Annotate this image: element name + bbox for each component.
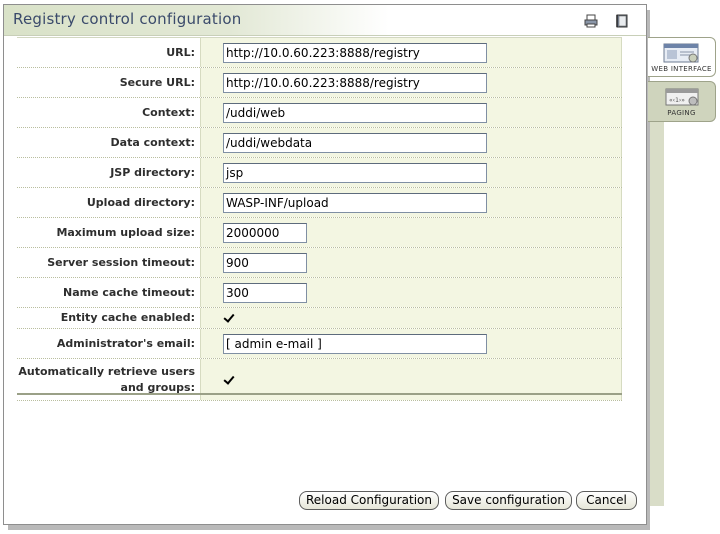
svg-text:«‹1›»: «‹1›» (669, 97, 685, 104)
row-upload-directory: Upload directory: WASP-INF/upload (17, 188, 622, 218)
print-icon[interactable] (584, 13, 598, 32)
session-timeout-input[interactable]: 900 (223, 252, 307, 273)
data-context-label: Data context: (110, 135, 195, 149)
tab-paging[interactable]: «‹1›» PAGING (648, 81, 716, 122)
web-interface-icon (663, 43, 698, 63)
secure-url-input[interactable]: http://10.0.60.223:8888/registry (223, 72, 487, 93)
jsp-directory-input[interactable]: jsp (223, 162, 487, 183)
secure-url-label: Secure URL: (119, 75, 195, 89)
row-session-timeout: Server session timeout: 900 (17, 248, 622, 278)
context-input[interactable]: /uddi/web (223, 102, 487, 123)
upload-directory-input[interactable]: WASP-INF/upload (223, 192, 487, 213)
row-entity-cache: Entity cache enabled: (17, 308, 622, 329)
name-cache-timeout-label: Name cache timeout: (63, 285, 195, 299)
row-admin-email: Administrator's email: [ admin e-mail ] (17, 329, 622, 359)
admin-email-label: Administrator's email: (56, 336, 195, 350)
tab-web-label: WEB INTERFACE (651, 65, 712, 73)
reload-configuration-button[interactable]: Reload Configuration (299, 491, 439, 510)
config-form: URL: http://10.0.60.223:8888/registry Se… (17, 37, 622, 401)
url-label: URL: (166, 45, 195, 59)
row-context: Context: /uddi/web (17, 98, 622, 128)
max-upload-size-input[interactable]: 2000000 (223, 222, 307, 243)
admin-email-input[interactable]: [ admin e-mail ] (223, 333, 487, 354)
max-upload-size-label: Maximum upload size: (56, 225, 195, 239)
tab-paging-label: PAGING (667, 109, 696, 117)
entity-cache-label: Entity cache enabled: (60, 311, 195, 324)
data-context-input[interactable]: /uddi/webdata (223, 132, 487, 153)
page-title: Registry control configuration (13, 10, 242, 28)
row-name-cache-timeout: Name cache timeout: 300 (17, 278, 622, 308)
url-input[interactable]: http://10.0.60.223:8888/registry (223, 42, 487, 63)
form-divider (17, 393, 622, 395)
row-secure-url: Secure URL: http://10.0.60.223:8888/regi… (17, 68, 622, 98)
upload-directory-label: Upload directory: (86, 195, 195, 209)
auto-retrieve-checkbox[interactable] (223, 374, 235, 386)
title-bar: Registry control configuration (4, 5, 646, 36)
row-data-context: Data context: /uddi/webdata (17, 128, 622, 158)
row-jsp-directory: JSP directory: jsp (17, 158, 622, 188)
session-timeout-label: Server session timeout: (47, 255, 195, 269)
context-label: Context: (142, 105, 195, 119)
entity-cache-checkbox[interactable] (223, 312, 235, 324)
name-cache-timeout-input[interactable]: 300 (223, 282, 307, 303)
cancel-button[interactable]: Cancel (576, 491, 637, 510)
save-configuration-button[interactable]: Save configuration (445, 491, 572, 510)
paging-icon: «‹1›» (665, 88, 698, 106)
tab-rail (650, 122, 664, 506)
jsp-directory-label: JSP directory: (110, 165, 195, 179)
row-url: URL: http://10.0.60.223:8888/registry (17, 38, 622, 68)
help-book-icon[interactable] (615, 13, 629, 32)
row-max-upload-size: Maximum upload size: 2000000 (17, 218, 622, 248)
tab-web-interface[interactable]: WEB INTERFACE (648, 37, 716, 77)
